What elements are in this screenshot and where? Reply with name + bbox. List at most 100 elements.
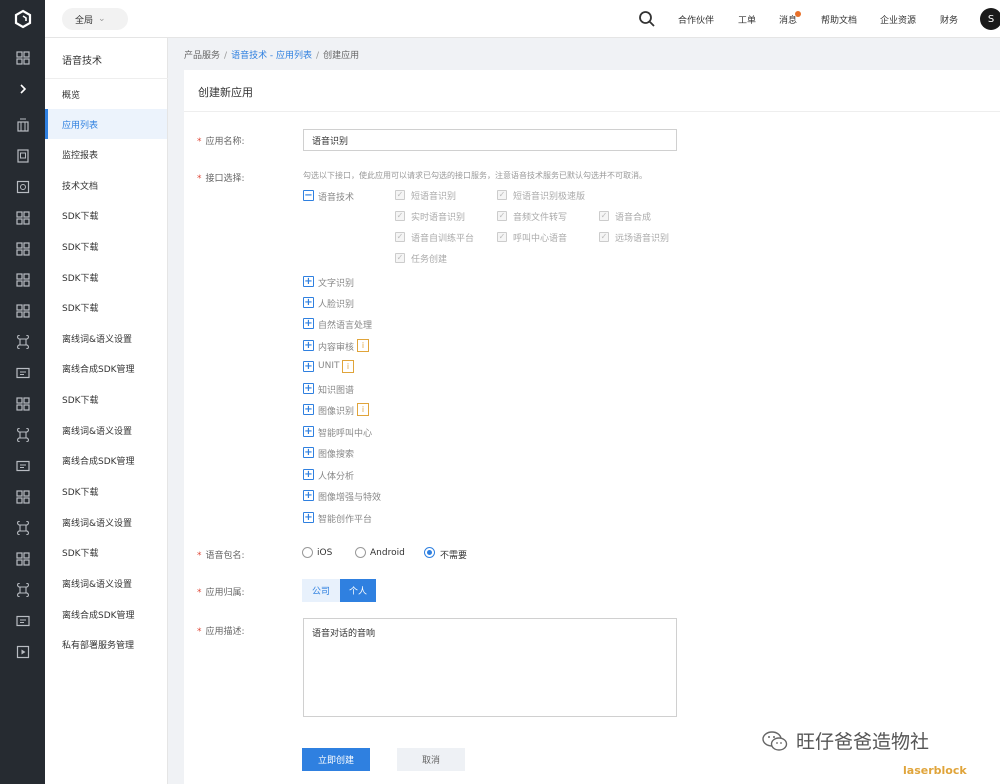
rail-grid-icon[interactable] bbox=[0, 296, 45, 326]
rail-command-icon[interactable] bbox=[0, 327, 45, 357]
api-group-body-analysis: 人体分析 bbox=[318, 472, 355, 482]
ownership-personal-button[interactable]: 个人 bbox=[340, 579, 376, 602]
rail-building-icon[interactable] bbox=[0, 110, 45, 140]
info-icon[interactable]: i bbox=[357, 403, 369, 416]
cloud-logo-icon[interactable] bbox=[0, 0, 45, 38]
ownership-company-button[interactable]: 公司 bbox=[302, 579, 340, 602]
sidebar-item-sdk-download[interactable]: SDK下载 bbox=[45, 200, 167, 230]
sidebar-item-sdk-download[interactable]: SDK下载 bbox=[45, 384, 167, 414]
info-icon[interactable]: i bbox=[342, 360, 354, 373]
rail-doc-icon[interactable] bbox=[0, 141, 45, 171]
checkbox-disabled: ✓ bbox=[497, 211, 507, 221]
expand-icon[interactable]: + bbox=[303, 297, 314, 308]
api-item-label: 实时语音识别 bbox=[411, 213, 466, 223]
radio-none[interactable] bbox=[424, 547, 435, 558]
avatar[interactable]: S bbox=[980, 8, 1000, 30]
region-label: 全局 bbox=[75, 15, 94, 26]
sidebar-item-sdk-download[interactable]: SDK下载 bbox=[45, 231, 167, 261]
sidebar-item-offline-words[interactable]: 离线词&语义设置 bbox=[45, 507, 167, 537]
product-sidebar: 语音技术 概览 应用列表 监控报表 技术文档 SDK下载 SDK下载 SDK下载… bbox=[45, 38, 168, 784]
rail-grid-icon[interactable] bbox=[0, 544, 45, 574]
api-item-label: 短语音识别极速版 bbox=[513, 192, 586, 202]
sidebar-item-monitor[interactable]: 监控报表 bbox=[45, 139, 167, 169]
info-icon[interactable]: i bbox=[357, 339, 369, 352]
expand-icon[interactable]: + bbox=[303, 469, 314, 480]
rail-play-icon[interactable] bbox=[0, 637, 45, 667]
nav-tickets[interactable]: 工单 bbox=[738, 13, 756, 26]
api-item-label: 呼叫中心语音 bbox=[513, 234, 568, 244]
watermark-stamp: laserblock bbox=[903, 764, 967, 777]
package-label: * 语音包名: bbox=[197, 551, 245, 561]
create-button[interactable]: 立即创建 bbox=[302, 748, 370, 771]
sidebar-item-offline-tts-sdk[interactable]: 离线合成SDK管理 bbox=[45, 445, 167, 475]
rail-card-icon[interactable] bbox=[0, 606, 45, 636]
rail-grid-icon[interactable] bbox=[0, 43, 45, 73]
ownership-label: * 应用归属: bbox=[197, 588, 245, 598]
rail-command-icon[interactable] bbox=[0, 420, 45, 450]
region-selector[interactable]: 全局 ⌄ bbox=[62, 8, 128, 30]
wechat-watermark: 旺仔爸爸造物社 bbox=[762, 727, 929, 754]
nav-enterprise[interactable]: 企业资源 bbox=[880, 13, 916, 26]
expand-icon[interactable]: + bbox=[303, 490, 314, 501]
rail-grid-icon[interactable] bbox=[0, 265, 45, 295]
sidebar-item-sdk-download[interactable]: SDK下载 bbox=[45, 476, 167, 506]
rail-grid-icon[interactable] bbox=[0, 203, 45, 233]
checkbox-disabled: ✓ bbox=[395, 232, 405, 242]
rail-target-icon[interactable] bbox=[0, 172, 45, 202]
rail-grid-icon[interactable] bbox=[0, 234, 45, 264]
nav-partners[interactable]: 合作伙伴 bbox=[678, 13, 714, 26]
api-group-image-search: 图像搜索 bbox=[318, 450, 355, 460]
expand-icon[interactable]: + bbox=[303, 361, 314, 372]
radio-label-none: 不需要 bbox=[440, 551, 468, 561]
checkbox-disabled: ✓ bbox=[599, 232, 609, 242]
rail-grid-icon[interactable] bbox=[0, 389, 45, 419]
api-group-knowledge-graph: 知识图谱 bbox=[318, 386, 355, 396]
expand-icon[interactable]: + bbox=[303, 447, 314, 458]
rail-card-icon[interactable] bbox=[0, 451, 45, 481]
api-select-label: * 接口选择: bbox=[197, 174, 245, 184]
expand-icon[interactable]: + bbox=[303, 426, 314, 437]
expand-icon[interactable]: + bbox=[303, 512, 314, 523]
sidebar-item-offline-tts-sdk[interactable]: 离线合成SDK管理 bbox=[45, 353, 167, 383]
expand-icon[interactable]: + bbox=[303, 404, 314, 415]
search-icon[interactable] bbox=[638, 10, 656, 28]
expand-icon[interactable]: + bbox=[303, 276, 314, 287]
expand-icon[interactable]: + bbox=[303, 340, 314, 351]
nav-finance[interactable]: 财务 bbox=[940, 13, 958, 26]
nav-help-docs[interactable]: 帮助文档 bbox=[821, 13, 857, 26]
app-name-input[interactable] bbox=[303, 129, 677, 151]
breadcrumb-app-list-link[interactable]: 语音技术 - 应用列表 bbox=[231, 51, 312, 61]
expand-icon[interactable]: + bbox=[303, 383, 314, 394]
sidebar-item-offline-words[interactable]: 离线词&语义设置 bbox=[45, 568, 167, 598]
rail-card-icon[interactable] bbox=[0, 358, 45, 388]
api-item-label: 短语音识别 bbox=[411, 192, 457, 202]
sidebar-item-offline-words[interactable]: 离线词&语义设置 bbox=[45, 323, 167, 353]
icon-rail bbox=[0, 38, 45, 784]
cancel-button[interactable]: 取消 bbox=[397, 748, 465, 771]
rail-command-icon[interactable] bbox=[0, 575, 45, 605]
rail-grid-icon[interactable] bbox=[0, 482, 45, 512]
radio-android[interactable] bbox=[355, 547, 366, 558]
rail-expand-icon[interactable] bbox=[0, 74, 45, 104]
sidebar-item-private-deploy[interactable]: 私有部署服务管理 bbox=[45, 629, 167, 659]
collapse-icon[interactable]: − bbox=[303, 190, 314, 201]
api-item-label: 任务创建 bbox=[411, 255, 448, 265]
sidebar-item-app-list[interactable]: 应用列表 bbox=[45, 109, 167, 139]
breadcrumb-root[interactable]: 产品服务 bbox=[184, 51, 220, 61]
sidebar-item-offline-tts-sdk[interactable]: 离线合成SDK管理 bbox=[45, 599, 167, 629]
breadcrumb: 产品服务 / 语音技术 - 应用列表 / 创建应用 bbox=[184, 48, 359, 61]
app-description-textarea[interactable]: 语音对话的音响 bbox=[303, 618, 677, 717]
sidebar-item-overview[interactable]: 概览 bbox=[45, 79, 167, 109]
expand-icon[interactable]: + bbox=[303, 318, 314, 329]
sidebar-item-sdk-download[interactable]: SDK下载 bbox=[45, 292, 167, 322]
sidebar-item-offline-words[interactable]: 离线词&语义设置 bbox=[45, 415, 167, 445]
api-group-speech: 语音技术 bbox=[318, 193, 355, 203]
sidebar-item-sdk-download[interactable]: SDK下载 bbox=[45, 537, 167, 567]
rail-command-icon[interactable] bbox=[0, 513, 45, 543]
api-item-label: 语音自训练平台 bbox=[411, 234, 475, 244]
radio-ios[interactable] bbox=[302, 547, 313, 558]
sidebar-item-sdk-download[interactable]: SDK下载 bbox=[45, 262, 167, 292]
api-group-image-enhance: 图像增强与特效 bbox=[318, 493, 382, 503]
api-group-creation-platform: 智能创作平台 bbox=[318, 515, 373, 525]
sidebar-item-tech-docs[interactable]: 技术文档 bbox=[45, 170, 167, 200]
